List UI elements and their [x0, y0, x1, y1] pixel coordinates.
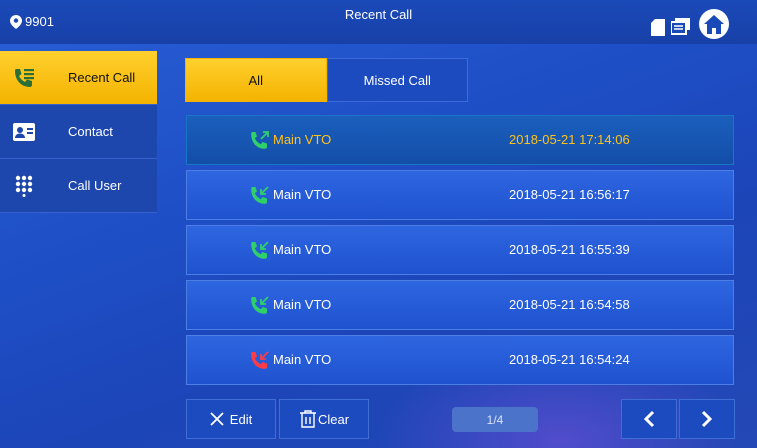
call-time: 2018-05-21 16:54:24	[509, 352, 630, 367]
edit-button-label: Edit	[229, 411, 253, 427]
call-log-icon	[10, 68, 38, 88]
call-name: Main VTO	[273, 297, 332, 312]
screen: 9901 Recent Call Recent Call Contact Cal…	[0, 0, 757, 448]
call-time: 2018-05-21 16:54:58	[509, 297, 630, 312]
tab-all[interactable]: All	[185, 58, 327, 102]
call-time: 2018-05-21 16:55:39	[509, 242, 630, 257]
incoming-call-icon	[251, 241, 269, 259]
page-indicator: 1/4	[452, 407, 538, 432]
call-name: Main VTO	[273, 132, 332, 147]
call-filter-tabs: All Missed Call	[185, 58, 468, 102]
sidebar-item-call-user[interactable]: Call User	[0, 159, 157, 213]
message-icon	[671, 18, 690, 35]
call-row[interactable]: Main VTO 2018-05-21 16:56:17	[186, 170, 734, 220]
sidebar-item-recent-call[interactable]: Recent Call	[0, 51, 157, 105]
call-row[interactable]: Main VTO 2018-05-21 17:14:06	[186, 115, 734, 165]
close-icon	[210, 412, 224, 426]
call-row[interactable]: Main VTO 2018-05-21 16:54:24	[186, 335, 734, 385]
clear-button-label: Clear	[317, 411, 350, 427]
page-title: Recent Call	[344, 7, 413, 22]
dialpad-icon	[10, 175, 38, 197]
sidebar-item-label: Recent Call	[68, 70, 136, 85]
sidebar-item-contact[interactable]: Contact	[0, 105, 157, 159]
tab-missed-call[interactable]: Missed Call	[326, 58, 468, 102]
contact-card-icon	[10, 122, 38, 141]
status-bar: 9901 Recent Call	[0, 0, 757, 44]
call-name: Main VTO	[273, 187, 332, 202]
sidebar-item-label: Call User	[68, 178, 122, 193]
next-page-button[interactable]	[679, 399, 735, 439]
home-button[interactable]	[699, 9, 729, 39]
home-icon	[704, 14, 724, 34]
previous-page-button[interactable]	[621, 399, 677, 439]
call-row[interactable]: Main VTO 2018-05-21 16:55:39	[186, 225, 734, 275]
chevron-left-icon	[643, 410, 655, 428]
chevron-right-icon	[701, 410, 713, 428]
outgoing-call-icon	[251, 131, 269, 149]
clear-button[interactable]: Clear	[279, 399, 369, 439]
call-row[interactable]: Main VTO 2018-05-21 16:54:58	[186, 280, 734, 330]
call-name: Main VTO	[273, 242, 332, 257]
missed-call-icon	[251, 351, 269, 369]
sidebar-item-label: Contact	[68, 124, 113, 139]
trash-icon	[299, 410, 316, 428]
incoming-call-icon	[251, 186, 269, 204]
call-time: 2018-05-21 17:14:06	[509, 132, 630, 147]
sd-card-icon	[651, 19, 665, 36]
call-time: 2018-05-21 16:56:17	[509, 187, 630, 202]
incoming-call-icon	[251, 296, 269, 314]
edit-button[interactable]: Edit	[186, 399, 276, 439]
call-name: Main VTO	[273, 352, 332, 367]
